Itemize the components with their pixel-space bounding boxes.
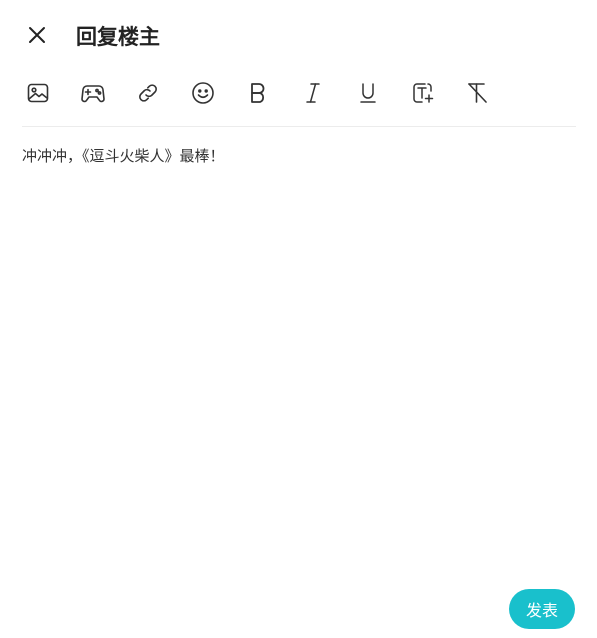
toolbar-divider (22, 126, 576, 127)
close-icon (28, 26, 46, 48)
bold-icon (247, 81, 269, 105)
font-size-button[interactable] (408, 78, 438, 108)
italic-button[interactable] (298, 78, 328, 108)
clear-format-icon (466, 81, 490, 105)
reply-editor[interactable]: 冲冲冲，《逗斗火柴人》最棒！ (22, 144, 576, 564)
text-size-icon (411, 81, 435, 105)
insert-image-button[interactable] (23, 78, 53, 108)
submit-button[interactable]: 发表 (509, 589, 575, 629)
insert-link-button[interactable] (133, 78, 163, 108)
smiley-icon (191, 81, 215, 105)
dialog-title: 回复楼主 (76, 25, 160, 49)
close-button[interactable] (22, 22, 52, 52)
italic-icon (302, 81, 324, 105)
underline-button[interactable] (353, 78, 383, 108)
bold-button[interactable] (243, 78, 273, 108)
link-icon (136, 81, 160, 105)
insert-emoji-button[interactable] (188, 78, 218, 108)
image-icon (26, 81, 50, 105)
clear-format-button[interactable] (463, 78, 493, 108)
insert-game-button[interactable] (78, 78, 108, 108)
underline-icon (357, 81, 379, 105)
gamepad-icon (80, 81, 106, 105)
reply-dialog: 回复楼主 冲冲冲，《逗斗火柴人》最棒！ 发表 (0, 0, 597, 638)
editor-toolbar (23, 78, 518, 108)
dialog-header: 回复楼主 (0, 0, 597, 75)
